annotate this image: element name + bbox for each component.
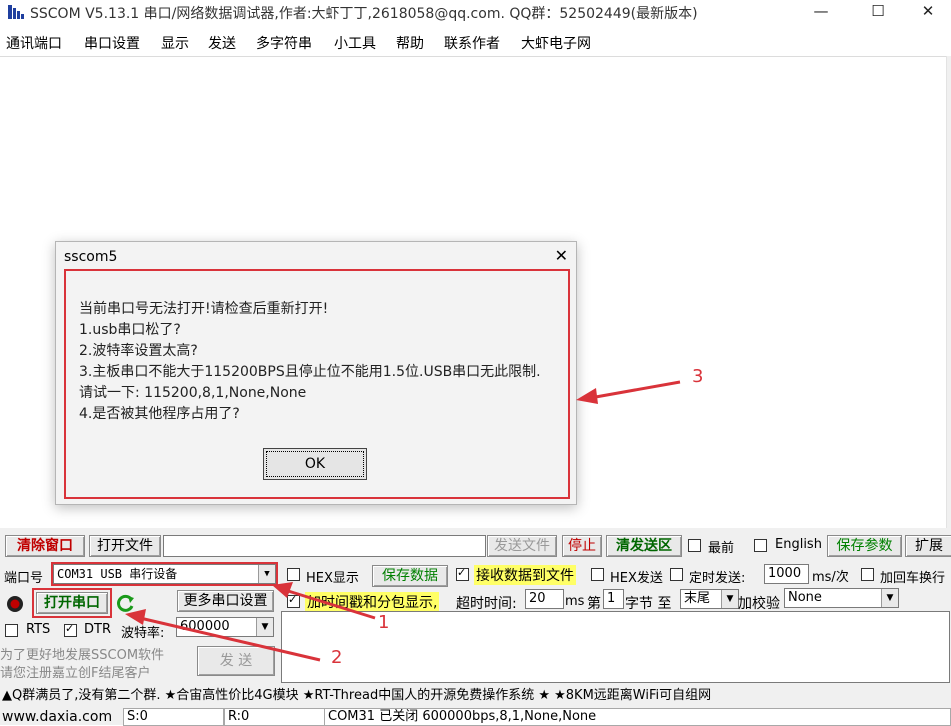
annotation-3: 3 bbox=[692, 366, 704, 387]
arrow-1-line bbox=[284, 588, 376, 620]
arrow-2-head bbox=[125, 609, 146, 625]
arrow-3-head bbox=[576, 388, 598, 404]
arrow-2-line bbox=[139, 616, 321, 662]
arrow-1-head bbox=[272, 582, 293, 598]
annotation-overlay bbox=[125, 380, 681, 662]
annotation-2: 2 bbox=[331, 647, 343, 668]
annotation-1: 1 bbox=[378, 612, 390, 633]
arrow-3-line bbox=[589, 380, 681, 400]
